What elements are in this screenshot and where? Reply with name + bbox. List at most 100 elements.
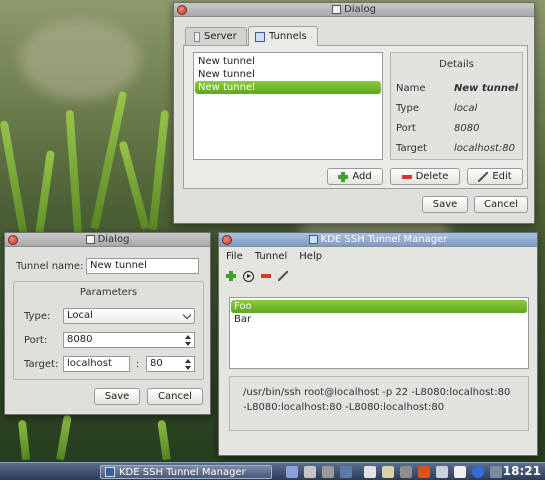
menu-help[interactable]: Help xyxy=(299,251,322,262)
details-title: Details xyxy=(439,59,474,70)
port-label: Port: xyxy=(24,335,48,346)
tunnels-icon xyxy=(255,31,265,42)
parameters-title: Parameters xyxy=(79,287,138,298)
edit-button-label: Edit xyxy=(492,171,512,182)
plus-icon xyxy=(338,171,349,182)
manager-title: KDE SSH Tunnel Manager xyxy=(320,234,448,245)
cancel-button-label: Cancel xyxy=(484,199,518,210)
close-icon[interactable] xyxy=(177,5,187,15)
detail-name-value: New tunnel xyxy=(454,83,519,94)
detail-target-label: Target xyxy=(396,143,427,154)
save-button[interactable]: Save xyxy=(94,388,140,405)
port-value: 8080 xyxy=(67,334,93,345)
add-button-label: Add xyxy=(352,171,372,182)
clock[interactable]: 18:21 xyxy=(503,464,541,478)
cancel-button[interactable]: Cancel xyxy=(147,388,203,405)
type-select[interactable]: Local xyxy=(63,308,195,324)
toolbar xyxy=(226,269,288,283)
server-icon xyxy=(194,31,200,42)
menu-bar: File Tunnel Help xyxy=(219,248,537,264)
parameters-group: Parameters Type: Local Port: 8080 Target… xyxy=(13,281,204,380)
tray-battery-icon[interactable] xyxy=(400,466,412,478)
edit-button[interactable]: Edit xyxy=(467,168,523,185)
details-panel: Details Name New tunnel Type local Port … xyxy=(390,52,523,160)
detail-type-value: local xyxy=(454,103,478,114)
tray-mail-icon[interactable] xyxy=(454,466,466,478)
close-icon[interactable] xyxy=(8,235,18,245)
tray-volume-icon[interactable] xyxy=(322,466,334,478)
app-icon xyxy=(105,467,115,477)
detail-port-value: 8080 xyxy=(454,123,480,134)
tray-monitor-icon[interactable] xyxy=(340,466,352,478)
add-icon[interactable] xyxy=(226,271,236,281)
tray-clipboard-icon[interactable] xyxy=(304,466,316,478)
server-list[interactable]: Foo Bar xyxy=(229,297,529,369)
tab-server[interactable]: Server xyxy=(185,27,247,45)
tray-info-icon[interactable] xyxy=(472,466,484,478)
tray-folder-icon[interactable] xyxy=(382,466,394,478)
detail-name-label: Name xyxy=(396,83,426,94)
target-host-input[interactable]: localhost xyxy=(63,356,130,372)
dialog-title: Dialog xyxy=(344,4,376,15)
target-separator: : xyxy=(136,359,140,370)
remove-icon[interactable] xyxy=(261,274,271,278)
save-button-label: Save xyxy=(432,199,458,210)
list-item-selected[interactable]: New tunnel xyxy=(195,81,381,94)
target-label: Target: xyxy=(24,359,59,370)
tab-panel: New tunnel New tunnel New tunnel Details… xyxy=(183,45,528,189)
window-app-icon xyxy=(332,5,342,14)
target-port-value: 80 xyxy=(150,358,163,369)
taskbar-item-tunnel-manager[interactable]: KDE SSH Tunnel Manager xyxy=(100,465,272,479)
cancel-button-label: Cancel xyxy=(158,391,192,402)
save-button[interactable]: Save xyxy=(422,196,468,213)
tray-display-icon[interactable] xyxy=(490,466,502,478)
type-select-value: Local xyxy=(67,310,93,321)
cancel-button[interactable]: Cancel xyxy=(474,196,528,213)
chevron-down-icon xyxy=(182,310,192,320)
detail-type-label: Type xyxy=(396,103,419,114)
taskbar: KDE SSH Tunnel Manager 18:21 xyxy=(0,462,545,480)
save-button-label: Save xyxy=(104,391,130,402)
close-icon[interactable] xyxy=(222,235,232,245)
edit-dialog-title: Dialog xyxy=(97,234,130,245)
list-item[interactable]: New tunnel xyxy=(195,55,381,68)
delete-button-label: Delete xyxy=(415,171,449,182)
minus-icon xyxy=(401,174,412,179)
target-port-spinbox[interactable]: 80 xyxy=(146,356,195,372)
list-item-selected[interactable]: Foo xyxy=(231,300,527,313)
window-app-icon xyxy=(308,235,318,244)
tunnel-name-label: Tunnel name: xyxy=(16,261,84,272)
tab-tunnels[interactable]: Tunnels xyxy=(248,26,318,46)
taskbar-item-label: KDE SSH Tunnel Manager xyxy=(119,466,246,478)
tab-server-label: Server xyxy=(204,31,237,42)
port-spinbox[interactable]: 8080 xyxy=(63,332,195,348)
play-icon[interactable] xyxy=(243,270,254,282)
tray-notes-icon[interactable] xyxy=(364,466,376,478)
command-text: /usr/bin/ssh root@localhost -p 22 -L8080… xyxy=(243,387,511,413)
list-item[interactable]: New tunnel xyxy=(195,68,381,81)
tray-keyboard-icon[interactable] xyxy=(436,466,448,478)
tunnels-dialog-titlebar[interactable]: Dialog xyxy=(174,3,534,17)
tray-status-icon[interactable] xyxy=(418,466,430,478)
menu-file[interactable]: File xyxy=(226,251,243,262)
delete-button[interactable]: Delete xyxy=(390,168,460,185)
spin-arrows-icon[interactable] xyxy=(184,335,191,346)
edit-dialog-titlebar[interactable]: Dialog xyxy=(5,233,210,247)
command-output: /usr/bin/ssh root@localhost -p 22 -L8080… xyxy=(229,376,529,431)
detail-port-label: Port xyxy=(396,123,416,134)
list-item[interactable]: Bar xyxy=(231,313,527,326)
spin-arrows-icon[interactable] xyxy=(184,359,191,370)
edit-icon xyxy=(478,171,489,182)
tunnel-name-input[interactable]: New tunnel xyxy=(86,258,199,274)
edit-icon[interactable] xyxy=(278,271,288,281)
tray-network-icon[interactable] xyxy=(286,466,298,478)
menu-tunnel[interactable]: Tunnel xyxy=(255,251,288,262)
manager-titlebar[interactable]: KDE SSH Tunnel Manager xyxy=(219,233,537,247)
detail-target-value: localhost:80 xyxy=(454,143,515,154)
window-app-icon xyxy=(85,235,95,244)
edit-tunnel-dialog-window: Dialog Tunnel name: New tunnel Parameter… xyxy=(4,232,211,415)
tunnels-dialog-window: Dialog Server Tunnels New tunnel New tun… xyxy=(173,2,535,224)
tunnel-list[interactable]: New tunnel New tunnel New tunnel xyxy=(193,52,383,160)
type-label: Type: xyxy=(24,311,51,322)
add-button[interactable]: Add xyxy=(327,168,383,185)
